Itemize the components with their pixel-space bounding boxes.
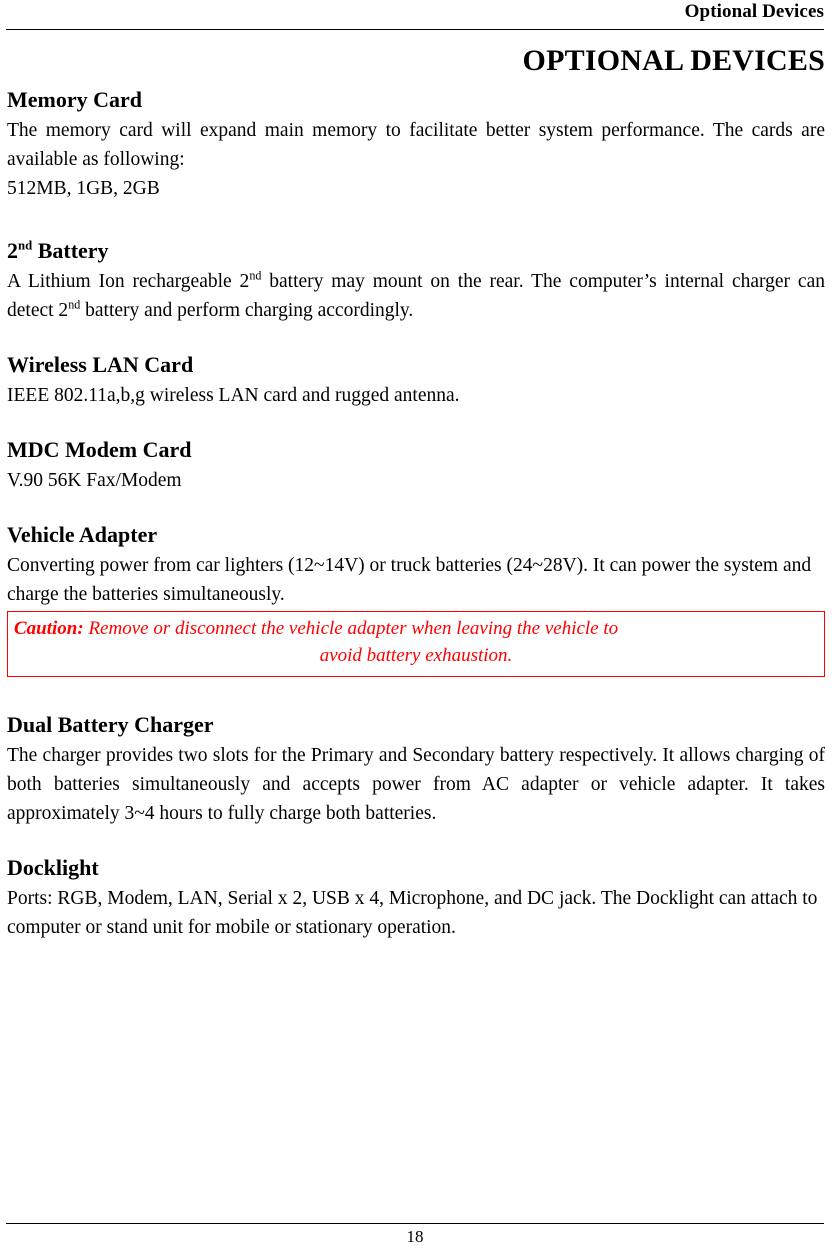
- section-paragraph-wireless-lan-card: IEEE 802.11a,b,g wireless LAN card and r…: [7, 385, 460, 406]
- section-heading-mdc-modem-card: MDC Modem Card: [7, 436, 825, 464]
- section-heading-dual-battery-charger: Dual Battery Charger: [7, 711, 825, 739]
- battery-text-part3: battery and perform charging accordingly…: [80, 300, 414, 321]
- running-header-title: Optional Devices: [684, 1, 824, 22]
- page-footer: 18: [6, 1195, 824, 1249]
- page-content: OPTIONAL DEVICES Memory Card The memory …: [7, 42, 825, 942]
- section-paragraph-memory-card-1: The memory card will expand main memory …: [7, 120, 825, 170]
- section-heading-text: Dual Battery Charger: [7, 712, 214, 737]
- section-heading-text: Battery: [32, 238, 109, 263]
- document-page: Optional Devices OPTIONAL DEVICES Memory…: [0, 0, 832, 1249]
- section-paragraph-memory-card-2: 512MB, 1GB, 2GB: [7, 178, 160, 199]
- section-heading-second-battery: 2nd Battery: [7, 237, 825, 265]
- caution-text-line-1: Remove or disconnect the vehicle adapter…: [83, 618, 619, 639]
- section-heading-vehicle-adapter: Vehicle Adapter: [7, 521, 825, 549]
- section-heading-docklight: Docklight: [7, 854, 825, 882]
- battery-text-part1: A Lithium Ion rechargeable 2: [7, 271, 250, 292]
- page-title: OPTIONAL DEVICES: [522, 44, 825, 77]
- section-paragraph-docklight: Ports: RGB, Modem, LAN, Serial x 2, USB …: [7, 888, 818, 938]
- caution-callout-box: Caution: Remove or disconnect the vehicl…: [7, 611, 825, 677]
- section-paragraph-vehicle-adapter: Converting power from car lighters (12~1…: [7, 555, 812, 605]
- section-heading-text: Memory Card: [7, 87, 143, 112]
- footer-divider: [6, 1223, 824, 1224]
- section-heading-memory-card: Memory Card: [7, 86, 825, 114]
- section-heading-text: Wireless LAN Card: [7, 352, 194, 377]
- section-heading-text: Vehicle Adapter: [7, 522, 158, 547]
- battery-ordinal-suffix-1: nd: [249, 268, 262, 283]
- caution-line-2: avoid battery exhaustion.: [319, 645, 513, 666]
- page-number: 18: [406, 1227, 424, 1246]
- section-heading-wireless-lan-card: Wireless LAN Card: [7, 351, 825, 379]
- caution-line-1: Caution: Remove or disconnect the vehicl…: [14, 615, 818, 642]
- section-paragraph-mdc-modem-card: V.90 56K Fax/Modem: [7, 470, 182, 491]
- section-heading-text: MDC Modem Card: [7, 437, 192, 462]
- battery-ordinal-suffix-2: nd: [68, 297, 81, 312]
- section-heading-text: Docklight: [7, 855, 99, 880]
- section-heading-ordinal-suffix: nd: [18, 238, 33, 253]
- section-heading-number: 2: [7, 238, 18, 263]
- caution-label: Caution:: [14, 618, 84, 639]
- section-paragraph-dual-battery-charger: The charger provides two slots for the P…: [7, 745, 825, 824]
- page-header: Optional Devices: [6, 0, 824, 31]
- section-paragraph-second-battery: A Lithium Ion rechargeable 2nd battery m…: [7, 267, 825, 325]
- header-divider: [6, 29, 824, 30]
